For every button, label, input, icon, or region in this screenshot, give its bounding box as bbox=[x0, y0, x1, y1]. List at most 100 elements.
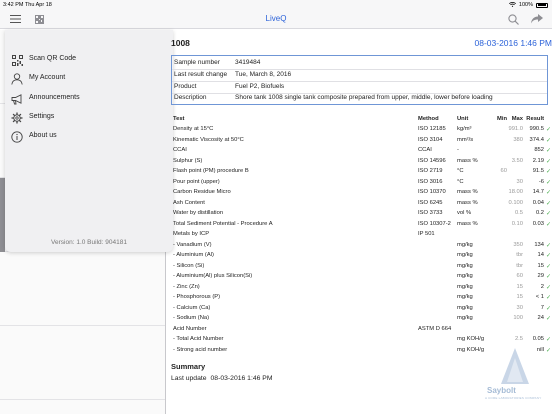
check-icon: ✓ bbox=[546, 274, 552, 280]
table-cell-method: ISO 3733 bbox=[418, 210, 443, 216]
table-row: - Zinc (Zn) mg/kg 15 2 ✓ bbox=[171, 282, 552, 293]
info-icon bbox=[11, 131, 23, 143]
table-cell-method: ISO 10307-2 bbox=[418, 220, 451, 227]
table-cell-result: < 1 bbox=[535, 294, 544, 300]
saybolt-logo bbox=[501, 348, 529, 384]
logo-subtext: A CORE LABORATORIES COMPANY bbox=[485, 396, 542, 400]
table-cell-test: CCAI bbox=[173, 147, 187, 153]
table-row: - Aluminium(Al) plus Silicon(Si) mg/kg 60 2… bbox=[171, 272, 552, 283]
table-header: Test Method Unit Min Max Result bbox=[173, 115, 544, 122]
menu-item-label: About us bbox=[29, 132, 57, 139]
table-cell-max: 15 bbox=[516, 283, 523, 290]
table-cell-result: -6 bbox=[538, 178, 544, 185]
table-cell-max: 350 bbox=[513, 241, 523, 248]
battery-percent: 100% bbox=[518, 2, 533, 8]
check-icon: ✓ bbox=[546, 200, 552, 207]
list-item[interactable] bbox=[0, 252, 165, 326]
share-icon[interactable] bbox=[530, 12, 544, 26]
search-icon[interactable] bbox=[506, 12, 520, 26]
table-cell-max: 15 bbox=[516, 294, 523, 300]
table-cell-test: Carbon Residue Micro bbox=[173, 189, 231, 195]
check-icon: ✓ bbox=[546, 211, 552, 217]
menu-item-label: Settings bbox=[29, 113, 55, 120]
check-icon: ✓ bbox=[546, 179, 552, 186]
table-cell-max: 18.00 bbox=[508, 189, 523, 195]
table-cell-unit: mm²/s bbox=[457, 136, 474, 143]
nav-title: LiveQ bbox=[265, 14, 287, 23]
table-cell-method: ISO 6245 bbox=[418, 199, 443, 206]
table-cell-test: - Strong acid number bbox=[173, 346, 228, 353]
table-row: - Aluminium (Al) mg/kg tbr 14 ✓ bbox=[171, 251, 552, 262]
gear-icon bbox=[11, 112, 23, 124]
table-cell-test: - Zinc (Zn) bbox=[173, 283, 200, 290]
table-row: - Phosphorous (P) mg/kg 15 < 1 ✓ bbox=[171, 293, 552, 304]
table-cell-method: ISO 3016 bbox=[418, 178, 443, 185]
table-row: Density at 15°C ISO 12185 kg/m³ 991.0 990.5 ✓ bbox=[171, 125, 552, 136]
table-cell-unit: mass % bbox=[457, 199, 478, 206]
table-cell-unit: mg/kg bbox=[457, 262, 473, 269]
table-cell-max: 0.5 bbox=[514, 210, 523, 216]
list-item[interactable] bbox=[0, 326, 165, 400]
check-icon: ✓ bbox=[546, 337, 552, 343]
check-icon: ✓ bbox=[546, 158, 552, 165]
table-cell-test: - Total Acid Number bbox=[173, 336, 224, 342]
battery-icon bbox=[536, 2, 548, 8]
check-icon: ✓ bbox=[546, 316, 552, 322]
table-cell-unit: kg/m³ bbox=[457, 126, 472, 132]
table-cell-unit: mg KOH/g bbox=[457, 336, 485, 342]
menu-item-announcements[interactable]: Announcements bbox=[5, 90, 173, 108]
last-update: Last update 08-03-2016 1:46 PM bbox=[171, 375, 273, 382]
table-row: Ash Content ISO 6245 mass % 0.100 0.04 ✓ bbox=[171, 198, 552, 209]
table-cell-test: Water by distillation bbox=[173, 210, 224, 216]
table-cell-max: 30 bbox=[516, 304, 523, 311]
check-icon: ✓ bbox=[546, 242, 552, 249]
table-cell-unit: mg/kg bbox=[457, 283, 473, 290]
check-icon: ✓ bbox=[546, 221, 552, 228]
table-cell-method: ASTM D 664 bbox=[418, 325, 452, 332]
table-cell-unit: °C bbox=[457, 168, 464, 174]
side-menu: Scan QR Code My Account Announcements Se… bbox=[5, 30, 173, 252]
table-row: - Silicon (Si) mg/kg tbr 15 ✓ bbox=[171, 261, 552, 272]
menu-item-settings[interactable]: Settings bbox=[5, 109, 173, 127]
table-cell-max: 2.5 bbox=[514, 336, 523, 342]
check-icon: ✓ bbox=[546, 263, 552, 270]
table-cell-max: 3.50 bbox=[511, 157, 523, 164]
table-cell-max: tbr bbox=[516, 262, 523, 269]
table-cell-result: 2 bbox=[540, 283, 544, 290]
table-cell-result: 0.03 bbox=[532, 220, 544, 227]
table-cell-test: - Silicon (Si) bbox=[173, 262, 205, 269]
menu-item-about-us[interactable]: About us bbox=[5, 128, 173, 146]
person-icon bbox=[11, 73, 23, 85]
table-cell-method: ISO 3104 bbox=[418, 136, 443, 143]
table-cell-result: 7 bbox=[540, 304, 544, 311]
table-cell-unit: mg/kg bbox=[457, 252, 473, 258]
table-cell-unit: - bbox=[457, 147, 459, 153]
table-cell-unit: mass % bbox=[457, 157, 478, 164]
table-cell-test: - Calcium (Ca) bbox=[173, 304, 211, 311]
table-cell-max: 30 bbox=[516, 178, 523, 185]
table-row: Sulphur (S) ISO 14596 mass % 3.50 2.19 ✓ bbox=[171, 156, 552, 167]
table-cell-unit: vol % bbox=[457, 210, 472, 216]
table-row: - Vanadium (V) mg/kg 350 134 ✓ bbox=[171, 240, 552, 251]
menu-item-scan-qr[interactable]: Scan QR Code bbox=[5, 51, 173, 69]
table-cell-method: ISO 2719 bbox=[418, 168, 443, 174]
table-cell-unit: mg/kg bbox=[457, 273, 473, 279]
status-bar: 3:42 PM Thu Apr 18 100% bbox=[0, 0, 552, 9]
table-cell-result: 14 bbox=[537, 252, 544, 258]
table-cell-result: 91.5 bbox=[532, 168, 544, 174]
table-cell-test: Flash point (PM) procedure B bbox=[173, 168, 249, 174]
menu-item-my-account[interactable]: My Account bbox=[5, 70, 173, 88]
table-cell-test: Sulphur (S) bbox=[173, 157, 203, 164]
table-cell-test: - Sodium (Na) bbox=[173, 315, 210, 321]
table-row: Total Sediment Potential - Procedure A IS… bbox=[171, 219, 552, 230]
table-cell-test: Pour point (upper) bbox=[173, 178, 220, 185]
table-cell-max: 380 bbox=[513, 136, 523, 143]
table-cell-max: 60 bbox=[516, 273, 523, 279]
table-row: - Calcium (Ca) mg/kg 30 7 ✓ bbox=[171, 303, 552, 314]
table-cell-result: 2.19 bbox=[532, 157, 544, 164]
logo-text: Saybolt bbox=[487, 386, 516, 395]
table-cell-result: 0.05 bbox=[532, 336, 544, 342]
check-icon: ✓ bbox=[546, 295, 552, 301]
table-cell-method: ISO 14596 bbox=[418, 157, 446, 164]
table-cell-unit: mass % bbox=[457, 189, 478, 195]
